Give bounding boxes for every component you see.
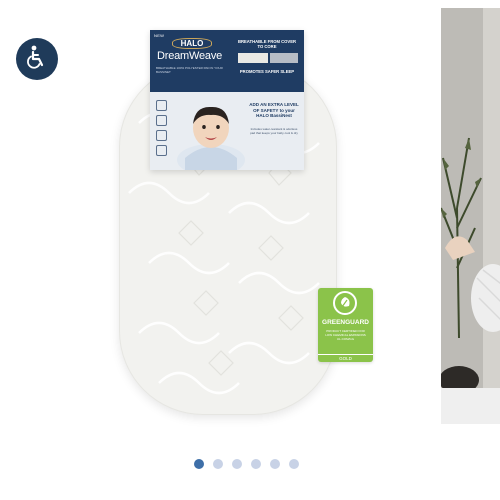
feature-icon xyxy=(156,130,167,141)
greenguard-tier: GOLD xyxy=(318,354,373,361)
product-tagline: BREATHABLE 100% POLYESTER PAD IN YOUR BA… xyxy=(156,66,223,74)
product-package-insert: NEW HALO DreamWeave BREATHABLE 100% POLY… xyxy=(150,30,304,170)
lifestyle-photo xyxy=(441,8,500,424)
greenguard-description: PRODUCT CERTIFIED FOR LOW CHEMICAL EMISS… xyxy=(325,329,366,341)
product-image-carousel[interactable]: NEW HALO DreamWeave BREATHABLE 100% POLY… xyxy=(0,0,500,500)
carousel-dot-3[interactable] xyxy=(232,459,242,469)
carousel-dot-6[interactable] xyxy=(289,459,299,469)
material-swatch-white xyxy=(238,53,268,63)
feature-icon xyxy=(156,100,167,111)
carousel-dot-1[interactable] xyxy=(194,459,204,469)
greenguard-title: GREENGUARD xyxy=(322,319,369,326)
package-header: NEW HALO DreamWeave BREATHABLE 100% POLY… xyxy=(150,30,304,92)
new-badge: NEW xyxy=(154,33,165,38)
slide-mattress-product[interactable]: NEW HALO DreamWeave BREATHABLE 100% POLY… xyxy=(105,18,373,415)
feature-icon-column xyxy=(156,100,168,160)
carousel-pagination xyxy=(194,459,299,469)
feature-breathable: BREATHABLE FROM COVER TO CORE xyxy=(237,39,297,49)
accessibility-icon xyxy=(24,44,50,75)
accessibility-button[interactable] xyxy=(16,38,58,80)
baby-photo xyxy=(177,106,245,170)
greenguard-leaf-icon xyxy=(333,291,357,315)
material-swatch-gray xyxy=(270,53,298,63)
package-body-copy: Includes water-resistant & odorless pad … xyxy=(250,127,298,135)
feature-icon xyxy=(156,115,167,126)
carousel-dot-2[interactable] xyxy=(213,459,223,469)
carousel-dot-5[interactable] xyxy=(270,459,280,469)
brand-logo: HALO xyxy=(172,38,212,49)
feature-icon xyxy=(156,145,167,156)
carousel-dot-4[interactable] xyxy=(251,459,261,469)
product-name: DreamWeave xyxy=(157,50,223,62)
package-headline: ADD AN EXTRA LEVEL OF SAFETY to your HAL… xyxy=(249,102,299,118)
greenguard-gold-badge: GREENGUARD PRODUCT CERTIFIED FOR LOW CHE… xyxy=(318,288,373,362)
slide-next-preview[interactable] xyxy=(441,8,500,424)
feature-safer-sleep: PROMOTES SAFER SLEEP xyxy=(239,69,295,74)
